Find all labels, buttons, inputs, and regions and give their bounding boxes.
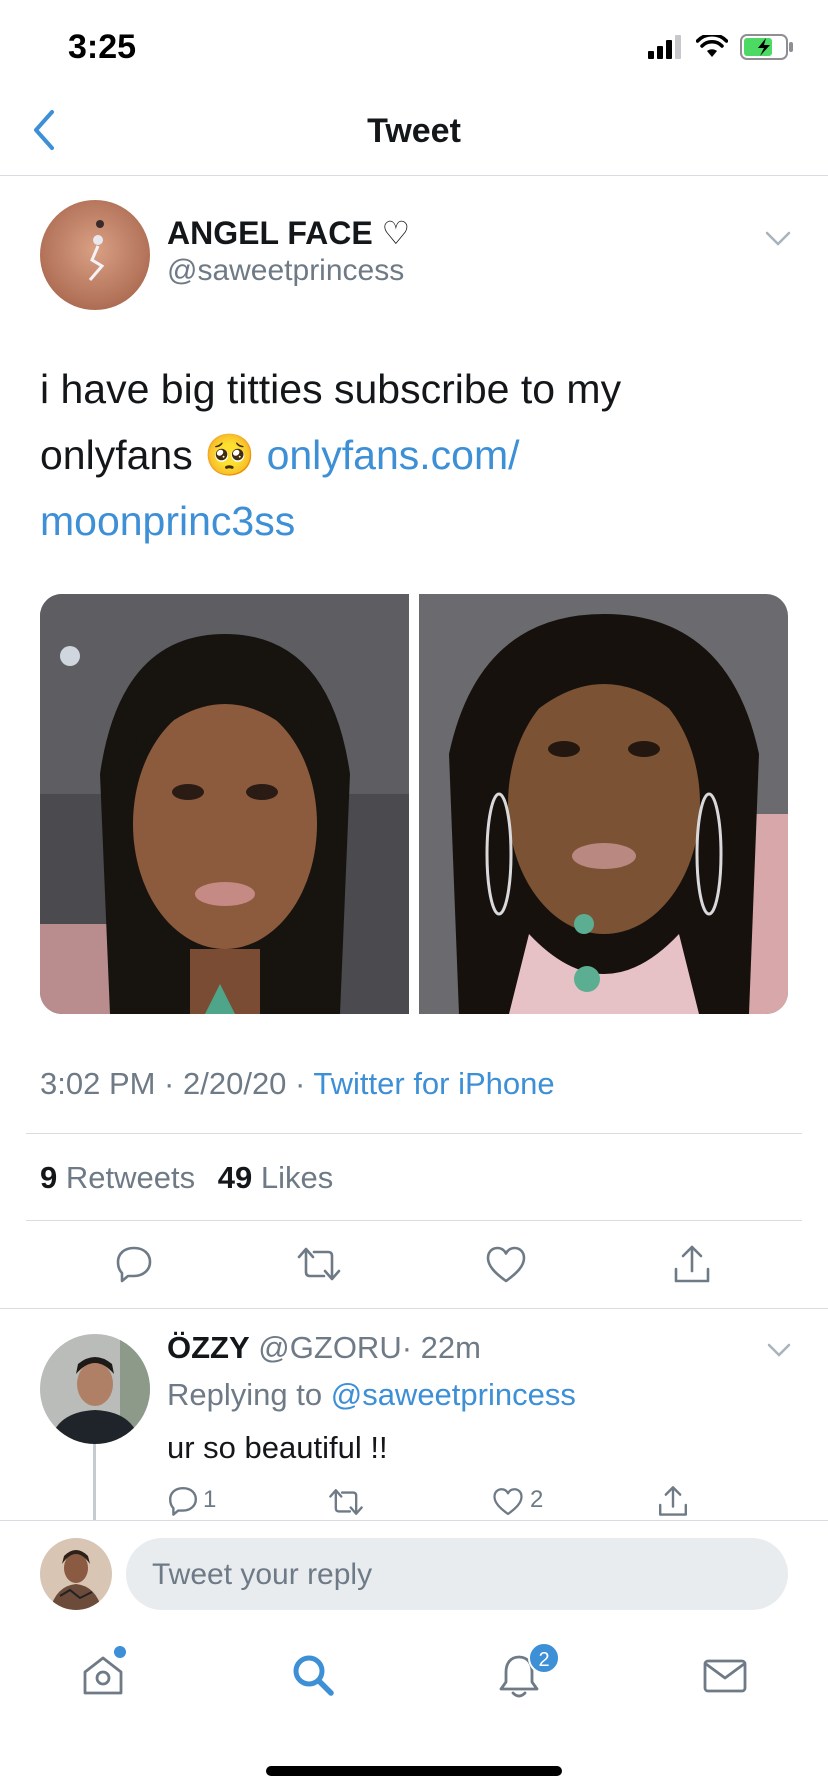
reply-text: ur so beautiful !! [167,1430,388,1465]
tweet-text-line2: onlyfans 🥺 [40,432,256,478]
replying-to-prefix: Replying to [167,1377,323,1412]
replying-to-handle[interactable]: @saweetprincess [331,1377,576,1412]
tweet-media-grid [40,594,788,1014]
status-icons [648,34,794,60]
nav-header: Tweet [0,88,828,176]
reply-time: · 22m [401,1330,481,1365]
divider [0,1308,828,1309]
tweet-photo-1[interactable] [40,594,409,1014]
reply-author-handle[interactable]: @GZORU [258,1330,401,1365]
battery-icon [740,34,793,60]
tweet-link-continued[interactable]: moonprinc3ss [40,488,800,554]
reply-input[interactable]: Tweet your reply [126,1538,788,1610]
author-name[interactable]: ANGEL FACE ♡ [167,214,410,252]
tweet-text: i have big titties subscribe to my onlyf… [40,356,800,554]
likes-label[interactable]: Likes [261,1160,333,1195]
divider [26,1133,802,1134]
divider [26,1220,802,1221]
tweet-timestamp: 3:02 PM · 2/20/20 · Twitter for iPhone [40,1066,555,1102]
page-title: Tweet [367,112,461,150]
notifications-badge: 2 [528,1642,560,1674]
my-avatar[interactable] [40,1538,112,1610]
chevron-down-icon[interactable] [764,230,792,248]
tweet-time-date: 3:02 PM · 2/20/20 · [40,1066,314,1101]
reply-header: ÖZZY @GZORU· 22m [167,1330,481,1366]
home-unread-dot [114,1646,126,1658]
reply-share-icon[interactable] [657,1484,689,1518]
tab-home-icon[interactable] [80,1652,126,1698]
like-heart-icon[interactable] [485,1245,527,1285]
signal-icon [648,35,681,59]
reply-reply-count: 1 [203,1486,217,1513]
status-time: 3:25 [68,28,137,66]
reply-author-name[interactable]: ÖZZY [167,1330,250,1365]
reply-like-count: 2 [530,1486,544,1513]
retweets-count[interactable]: 9 [40,1160,57,1195]
reply-chevron-down-icon[interactable] [766,1342,792,1358]
wifi-icon [696,35,728,57]
tweet-photo-2[interactable] [419,594,788,1014]
tweet-link[interactable]: onlyfans.com/ [267,432,520,478]
home-indicator [266,1766,562,1776]
reply-retweet-icon[interactable] [328,1486,364,1518]
tweet-text-line1: i have big titties subscribe to my [40,366,622,412]
reply-reply-icon[interactable] [167,1485,199,1517]
share-icon[interactable] [672,1243,712,1285]
tab-search-icon[interactable] [290,1652,336,1698]
retweet-icon[interactable] [296,1244,342,1284]
author-avatar[interactable] [40,200,150,310]
reply-author-avatar[interactable] [40,1334,150,1444]
reply-icon[interactable] [114,1244,154,1284]
reply-like-heart-icon[interactable] [492,1487,524,1517]
retweets-label[interactable]: Retweets [66,1160,195,1195]
thread-line [93,1444,96,1520]
tab-messages-icon[interactable] [702,1656,748,1696]
tweet-source[interactable]: Twitter for iPhone [313,1066,554,1101]
author-handle[interactable]: @saweetprincess [167,254,404,288]
replying-to: Replying to @saweetprincess [167,1377,576,1413]
tweet-stats: 9 Retweets 49 Likes [40,1160,333,1196]
likes-count[interactable]: 49 [218,1160,252,1195]
